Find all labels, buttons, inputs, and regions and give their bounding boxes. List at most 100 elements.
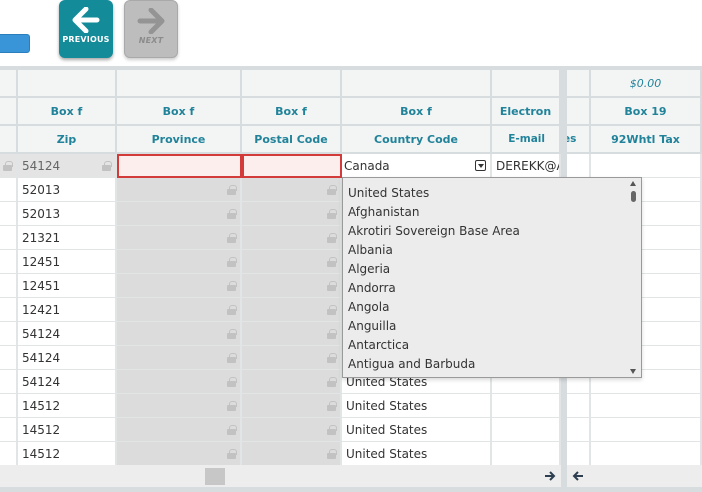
country-cell[interactable]: United States <box>342 442 492 466</box>
email-cell[interactable] <box>492 418 561 442</box>
lock-icon <box>102 161 112 171</box>
country-dropdown-list[interactable]: United States Afghanistan Akrotiri Soverei… <box>342 177 642 378</box>
row-handle <box>0 442 18 466</box>
dropdown-option[interactable]: Andorra <box>343 279 641 298</box>
next-button[interactable]: NEXT <box>124 0 178 58</box>
horizontal-scrollbar[interactable] <box>0 465 561 487</box>
header-zip[interactable]: Zip <box>18 126 117 154</box>
dropdown-option[interactable]: Albania <box>343 241 641 260</box>
table-cell <box>591 154 702 178</box>
zip-cell[interactable]: 54124 <box>18 322 117 346</box>
header-box19-top[interactable]: Box 19 <box>591 98 702 126</box>
zip-value: 54124 <box>22 374 61 389</box>
email-value: DEREKK@A <box>496 158 561 173</box>
zip-cell[interactable]: 52013 <box>18 202 117 226</box>
chevron-down-icon[interactable] <box>475 160 486 171</box>
header-province-top[interactable]: Box f <box>117 98 242 126</box>
dropdown-option[interactable]: Akrotiri Sovereign Base Area <box>343 222 641 241</box>
dropdown-option[interactable]: Anguilla <box>343 317 641 336</box>
zip-cell[interactable]: 14512 <box>18 394 117 418</box>
lock-icon <box>227 185 237 195</box>
blue-input-pill[interactable] <box>0 34 30 53</box>
arrow-left-icon <box>572 471 583 481</box>
previous-label: PREVIOUS <box>62 35 110 44</box>
zip-value: 14512 <box>22 422 61 437</box>
scroll-up-icon[interactable] <box>630 181 636 186</box>
email-cell[interactable]: DEREKK@A <box>492 154 561 178</box>
dropdown-option[interactable]: United States <box>343 184 641 203</box>
row-handle <box>0 226 18 250</box>
postal-code-cell <box>242 178 342 202</box>
header-province[interactable]: Province <box>117 126 242 154</box>
header-money-total: $0.00 <box>591 70 702 98</box>
zip-cell[interactable]: 52013 <box>18 178 117 202</box>
country-select-value: Canada <box>344 158 390 173</box>
postal-code-cell <box>242 394 342 418</box>
horizontal-scrollbar-right-pane[interactable] <box>567 465 702 487</box>
zip-value: 54124 <box>22 326 61 341</box>
zip-cell[interactable]: 12451 <box>18 250 117 274</box>
lock-icon <box>327 305 337 315</box>
header-cell <box>567 98 591 126</box>
previous-button[interactable]: PREVIOUS <box>59 0 113 58</box>
tax-cell[interactable] <box>591 418 702 442</box>
email-cell[interactable] <box>492 394 561 418</box>
zip-cell[interactable]: 14512 <box>18 418 117 442</box>
province-cell <box>117 250 242 274</box>
zip-cell[interactable]: 14512 <box>18 442 117 466</box>
province-input[interactable] <box>117 154 242 178</box>
zip-cell[interactable]: 12451 <box>18 274 117 298</box>
lock-icon <box>227 401 237 411</box>
tax-cell[interactable] <box>591 394 702 418</box>
postal-code-cell <box>242 418 342 442</box>
country-cell[interactable]: United States <box>342 394 492 418</box>
dropdown-option[interactable]: Antarctica <box>343 336 641 355</box>
zip-cell[interactable]: 54124 <box>18 370 117 394</box>
email-cell[interactable] <box>492 442 561 466</box>
lock-icon <box>227 257 237 267</box>
lock-icon <box>227 281 237 291</box>
header-whtl-tax[interactable]: 92Whtl Tax <box>591 126 702 154</box>
province-cell <box>117 274 242 298</box>
header-zip-top[interactable]: Box f <box>18 98 117 126</box>
country-select[interactable]: Canada <box>342 154 492 178</box>
horizontal-scroll-thumb[interactable] <box>205 468 225 485</box>
country-cell[interactable]: United States <box>342 418 492 442</box>
header-country-code[interactable]: Country Code <box>342 126 492 154</box>
scroll-down-icon[interactable] <box>630 369 636 374</box>
lock-icon <box>327 353 337 363</box>
dropdown-scroll-thumb[interactable] <box>631 191 636 202</box>
header-email[interactable]: E-mail <box>492 126 561 154</box>
header-country-top[interactable]: Box f <box>342 98 492 126</box>
zip-value: 54124 <box>22 158 61 173</box>
lock-icon <box>327 449 337 459</box>
header-postal-top[interactable]: Box f <box>242 98 342 126</box>
dropdown-option[interactable]: Antigua and Barbuda <box>343 355 641 374</box>
scroll-right-button[interactable] <box>541 467 559 485</box>
arrow-right-icon <box>545 471 556 481</box>
header-cell <box>567 70 591 98</box>
zip-cell[interactable]: 21321 <box>18 226 117 250</box>
zip-cell: 54124 <box>18 154 117 178</box>
postal-code-input[interactable] <box>242 154 342 178</box>
dropdown-scrollbar[interactable] <box>627 178 641 377</box>
header-postal-code[interactable]: Postal Code <box>242 126 342 154</box>
dropdown-option[interactable]: Afghanistan <box>343 203 641 222</box>
province-cell <box>117 418 242 442</box>
header-email-top[interactable]: Electron <box>492 98 561 126</box>
header-cell <box>18 70 117 98</box>
lock-icon <box>327 209 337 219</box>
scroll-left-button[interactable] <box>569 467 587 485</box>
table-cell <box>567 442 591 466</box>
zip-cell[interactable]: 12421 <box>18 298 117 322</box>
header-cell <box>0 70 18 98</box>
next-label: NEXT <box>138 36 164 45</box>
province-cell <box>117 370 242 394</box>
dropdown-option[interactable]: Angola <box>343 298 641 317</box>
zip-cell[interactable]: 54124 <box>18 346 117 370</box>
dropdown-option[interactable]: Algeria <box>343 260 641 279</box>
province-cell <box>117 178 242 202</box>
tax-cell[interactable] <box>591 442 702 466</box>
province-cell <box>117 346 242 370</box>
postal-code-cell <box>242 370 342 394</box>
